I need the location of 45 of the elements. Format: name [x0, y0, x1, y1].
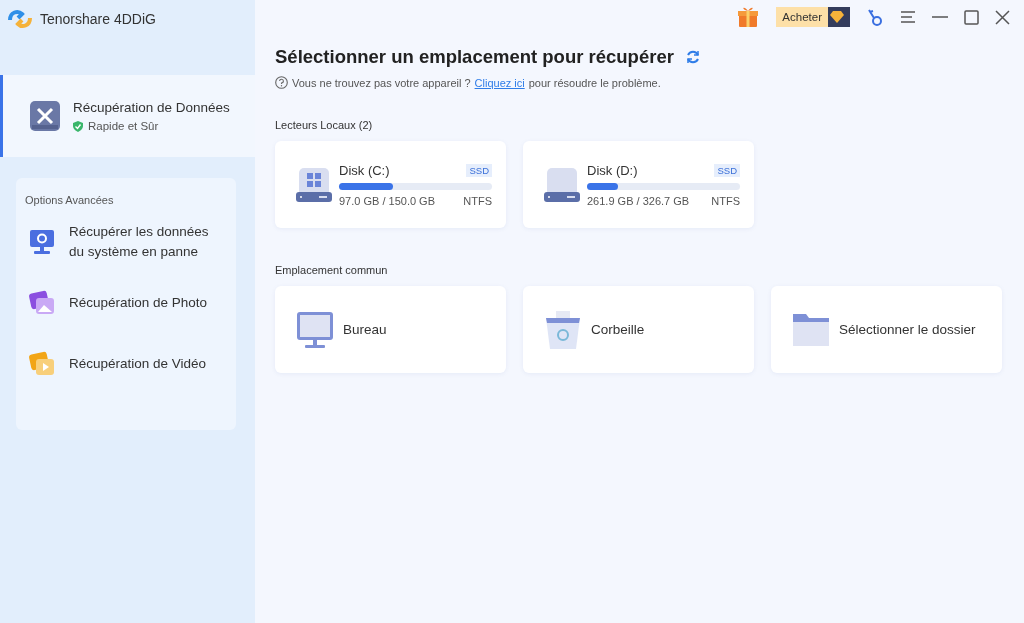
drive-card[interactable]: Disk (D:) SSD 261.9 GB / 326.7 GB NTFS — [523, 141, 754, 228]
refresh-icon[interactable] — [684, 49, 701, 65]
photo-icon — [28, 289, 56, 317]
buy-button[interactable]: Acheter — [776, 7, 850, 27]
system-drive-icon — [295, 165, 333, 204]
help-text: pour résoudre le problème. — [528, 76, 661, 89]
tools-drive-icon — [29, 100, 61, 132]
help-text: Vous ne trouvez pas votre appareil ? — [292, 76, 471, 89]
menu-icon[interactable] — [900, 10, 916, 24]
shield-check-icon — [73, 120, 83, 132]
sidebar-item[interactable]: Récupérer les données du système en panne — [25, 222, 228, 262]
monitor-icon — [28, 228, 56, 256]
folder-icon — [791, 311, 831, 348]
help-icon — [275, 76, 288, 89]
section-title: Options Avancées — [25, 194, 115, 206]
page-title: Sélectionner un emplacement pour récupérer — [275, 46, 674, 68]
sidebar-item[interactable]: Récupération de Photo — [25, 283, 228, 323]
drive-name: Disk (C:) — [339, 162, 390, 178]
diamond-icon — [830, 11, 844, 23]
location-card[interactable]: Bureau — [275, 286, 506, 373]
location-card[interactable]: Sélectionner le dossier — [771, 286, 1002, 373]
key-icon[interactable] — [866, 7, 884, 27]
maximize-icon[interactable] — [964, 9, 979, 25]
video-icon — [28, 350, 56, 378]
help-link[interactable]: Cliquez ici — [474, 76, 525, 89]
logo-icon — [8, 8, 32, 30]
gift-icon[interactable] — [736, 5, 761, 29]
section-title: Lecteurs Locaux (2) — [275, 119, 374, 131]
drive-size: 97.0 GB / 150.0 GB — [339, 194, 435, 207]
location-card[interactable]: Corbeille — [523, 286, 754, 373]
drive-name: Disk (D:) — [587, 162, 638, 178]
drive-card[interactable]: Disk (C:) SSD 97.0 GB / 150.0 GB NTFS — [275, 141, 506, 228]
file-system: NTFS — [463, 194, 492, 207]
sidebar-item[interactable]: Récupération de Vidéo — [25, 344, 228, 384]
sidebar-item[interactable]: Récupération de Données Rapide et Sûr — [0, 75, 255, 157]
drive-size: 261.9 GB / 326.7 GB — [587, 194, 690, 207]
recycle-bin-icon — [543, 309, 583, 350]
close-icon[interactable] — [995, 9, 1010, 25]
section-title: Emplacement commun — [275, 264, 389, 276]
file-system: NTFS — [711, 194, 740, 207]
drive-icon — [543, 165, 581, 204]
drive-type-badge: SSD — [466, 163, 492, 177]
app-title: Tenorshare 4DDiG — [40, 11, 156, 27]
monitor-icon — [295, 309, 335, 350]
drive-type-badge: SSD — [714, 163, 740, 177]
